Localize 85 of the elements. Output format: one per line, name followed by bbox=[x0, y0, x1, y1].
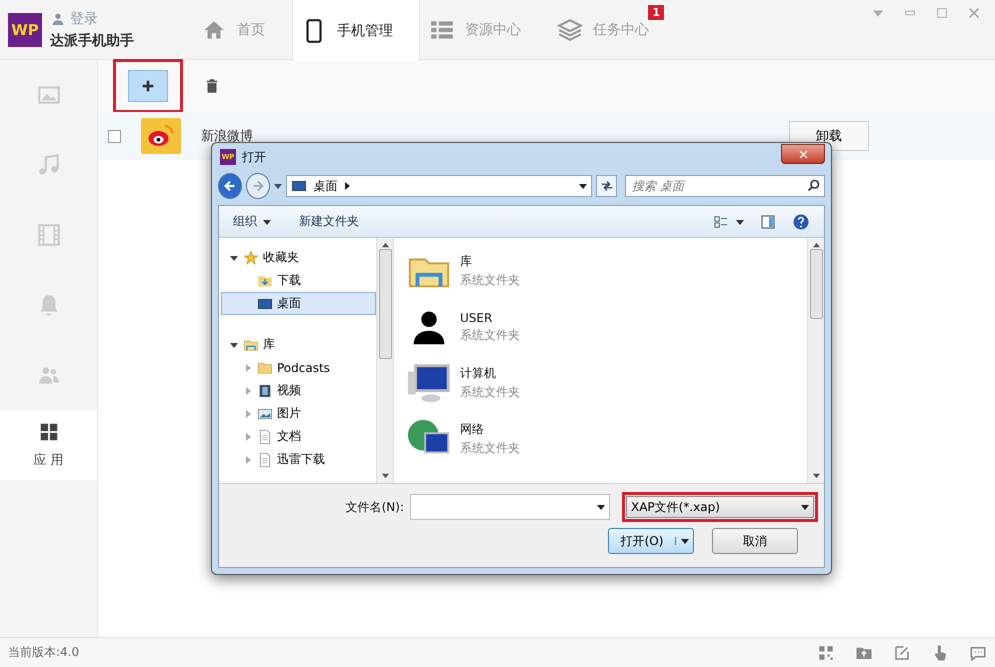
file-item[interactable]: 网络 系统文件夹 bbox=[406, 414, 795, 464]
notification-badge: 1 bbox=[647, 4, 665, 21]
filename-field[interactable] bbox=[410, 494, 610, 520]
forward-arrow-icon bbox=[251, 179, 266, 193]
new-folder-button[interactable]: 新建文件夹 bbox=[299, 213, 359, 230]
sidebar-item[interactable]: 应 用 bbox=[0, 410, 97, 480]
scrollbar[interactable] bbox=[376, 238, 393, 483]
search-icon bbox=[806, 178, 821, 193]
app-name: 达派手机助手 bbox=[50, 32, 134, 50]
caret-icon bbox=[873, 8, 883, 18]
video-icon bbox=[257, 382, 273, 398]
tree-item[interactable]: 下载 bbox=[221, 269, 376, 292]
history-dropdown[interactable] bbox=[274, 182, 282, 190]
tree-item[interactable]: 收藏夹 bbox=[221, 246, 376, 269]
scrollbar[interactable] bbox=[807, 238, 824, 483]
qr-code-button[interactable] bbox=[817, 644, 835, 662]
edit-button[interactable] bbox=[893, 644, 911, 662]
edit-icon bbox=[893, 644, 911, 662]
maximize-icon bbox=[935, 6, 949, 20]
app-logo: WP bbox=[8, 12, 42, 46]
cancel-button[interactable]: 取消 bbox=[712, 528, 798, 554]
tree-item[interactable]: 库 bbox=[221, 333, 376, 356]
version-text: 当前版本:4.0 bbox=[8, 644, 80, 661]
file-item[interactable]: 计算机 系统文件夹 bbox=[406, 358, 795, 408]
desktop-icon bbox=[291, 178, 308, 194]
close-icon bbox=[798, 148, 808, 160]
tree-item[interactable]: 文档 bbox=[221, 425, 376, 448]
tree-item[interactable]: 桌面 bbox=[221, 292, 376, 315]
collapsed-caret-icon bbox=[244, 364, 252, 372]
caret-icon bbox=[801, 503, 809, 511]
close-icon bbox=[967, 6, 981, 20]
refresh-button[interactable] bbox=[596, 175, 617, 197]
help-icon bbox=[792, 212, 810, 230]
address-bar[interactable]: 桌面 bbox=[286, 175, 592, 197]
checkbox[interactable] bbox=[108, 130, 121, 142]
open-button[interactable]: 打开(O) bbox=[608, 528, 694, 554]
filename-label: 文件名(N): bbox=[346, 498, 404, 516]
add-button[interactable] bbox=[128, 70, 168, 102]
file-item[interactable]: USER 系统文件夹 bbox=[406, 302, 795, 352]
caret-icon bbox=[597, 503, 605, 511]
nav-tab[interactable]: 手机管理 bbox=[292, 0, 420, 61]
file-item[interactable]: 库 系统文件夹 bbox=[406, 246, 795, 296]
scrollbar-thumb[interactable] bbox=[378, 249, 392, 359]
caret-icon bbox=[579, 182, 588, 190]
nav-tab[interactable]: 任务中心 1 bbox=[548, 0, 676, 60]
forward-button[interactable] bbox=[246, 173, 270, 199]
collapsed-caret-icon bbox=[244, 456, 252, 464]
tree-item[interactable]: 图片 bbox=[221, 402, 376, 425]
collapsed-caret-icon bbox=[244, 432, 252, 440]
expanded-caret-icon bbox=[230, 254, 238, 262]
caret-icon bbox=[382, 472, 388, 479]
caret-icon bbox=[812, 472, 820, 479]
back-button[interactable] bbox=[218, 173, 242, 199]
pane-icon bbox=[760, 214, 776, 230]
collapsed-caret-icon bbox=[244, 386, 252, 394]
layers-icon bbox=[557, 17, 583, 43]
back-arrow-icon bbox=[223, 179, 238, 193]
qr-code-icon bbox=[817, 644, 835, 662]
filetype-dropdown[interactable]: XAP文件(*.xap) bbox=[626, 496, 814, 518]
caret-icon bbox=[680, 537, 688, 545]
doc-icon bbox=[257, 452, 273, 468]
tree-item[interactable]: 视频 bbox=[221, 379, 376, 402]
doc-icon bbox=[257, 428, 273, 444]
refresh-icon bbox=[600, 179, 614, 193]
help-button[interactable] bbox=[792, 212, 810, 230]
view-list-icon bbox=[714, 214, 728, 228]
caret-icon bbox=[263, 218, 271, 226]
organize-menu[interactable]: 组织 bbox=[233, 213, 271, 230]
preview-pane-button[interactable] bbox=[760, 214, 776, 230]
star-icon bbox=[243, 250, 259, 266]
view-options-button[interactable] bbox=[714, 214, 744, 228]
user-icon bbox=[50, 10, 66, 26]
plus-icon bbox=[141, 79, 155, 93]
app-name: 新浪微博 bbox=[201, 128, 254, 145]
caret-icon bbox=[343, 182, 352, 190]
search-field[interactable]: 搜索 桌面 bbox=[624, 175, 825, 197]
collapsed-caret-icon bbox=[244, 410, 252, 418]
expanded-caret-icon bbox=[230, 340, 238, 348]
scrollbar-thumb[interactable] bbox=[810, 249, 822, 319]
tree-item[interactable]: Podcasts bbox=[221, 356, 376, 379]
caret-icon bbox=[274, 182, 282, 190]
film-icon bbox=[36, 222, 62, 248]
tree-item[interactable]: 迅雷下载 bbox=[221, 448, 376, 471]
caret-icon bbox=[736, 218, 744, 226]
close-button[interactable] bbox=[781, 144, 825, 164]
